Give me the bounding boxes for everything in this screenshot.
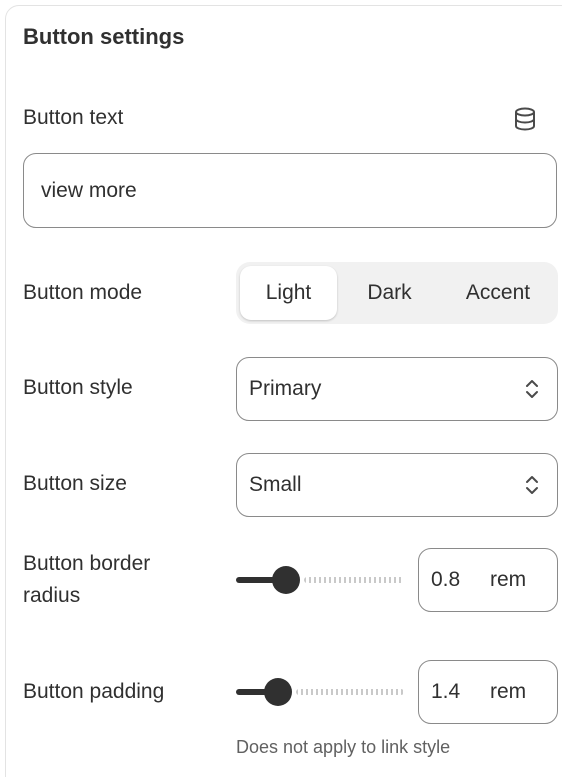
select-arrows-icon (526, 476, 538, 494)
database-icon[interactable] (512, 106, 538, 132)
mode-option-accent[interactable]: Accent (442, 266, 554, 320)
padding-help-text: Does not apply to link style (236, 737, 451, 757)
padding-unit: rem (490, 680, 527, 703)
padding-input[interactable]: 1.4 rem (418, 660, 558, 724)
border-radius-value: 0.8 (431, 568, 461, 591)
border-radius-label-line2: radius (23, 584, 81, 607)
button-mode-label: Button mode (23, 281, 143, 304)
mode-option-light[interactable]: Light (240, 266, 337, 320)
slider-track-rest (296, 689, 404, 695)
button-size-select[interactable]: Small (236, 453, 558, 517)
slider-track-rest (304, 577, 404, 583)
border-radius-input[interactable]: 0.8 rem (418, 548, 558, 612)
mode-option-dark[interactable]: Dark (343, 266, 436, 320)
button-text-input[interactable] (23, 153, 557, 228)
border-radius-unit: rem (490, 568, 527, 591)
button-text-label: Button text (23, 106, 124, 129)
button-mode-segmented-control: Light Dark Accent (236, 262, 558, 324)
select-arrows-icon (526, 380, 538, 398)
button-style-label: Button style (23, 376, 133, 399)
button-style-value: Primary (249, 377, 322, 400)
section-title: Button settings (23, 24, 185, 49)
slider-thumb[interactable] (264, 678, 292, 706)
button-size-label: Button size (23, 472, 127, 495)
button-style-select[interactable]: Primary (236, 357, 558, 421)
padding-value: 1.4 (431, 680, 461, 703)
border-radius-slider[interactable] (236, 563, 404, 597)
padding-label: Button padding (23, 680, 165, 703)
slider-thumb[interactable] (272, 566, 301, 594)
border-radius-label-line1: Button border (23, 552, 151, 575)
button-size-value: Small (249, 473, 302, 496)
padding-slider[interactable] (236, 675, 404, 709)
